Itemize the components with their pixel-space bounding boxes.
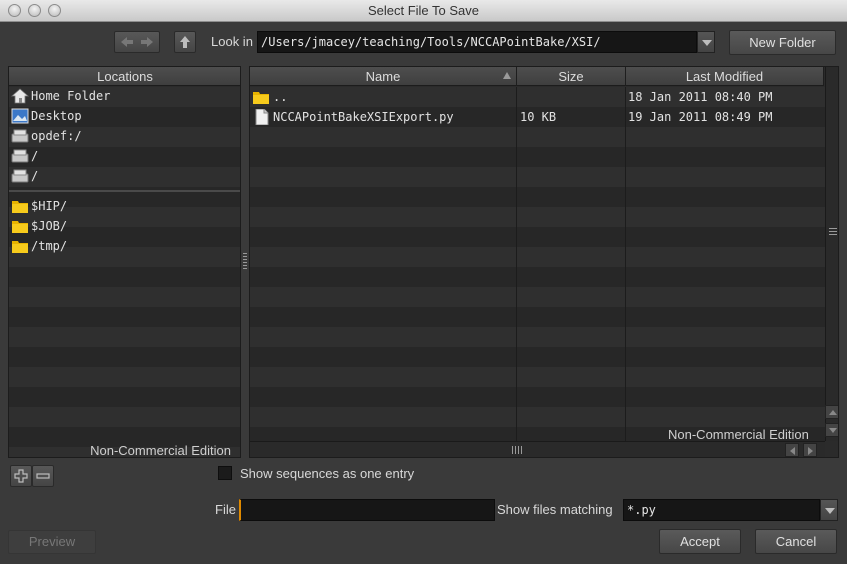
column-separator bbox=[516, 87, 517, 441]
location-label: / bbox=[31, 149, 39, 163]
file-name-input[interactable] bbox=[239, 499, 495, 521]
folder-icon bbox=[11, 198, 29, 214]
path-dropdown-button[interactable] bbox=[697, 31, 715, 53]
location-label: $HIP/ bbox=[31, 199, 68, 213]
plus-icon bbox=[14, 469, 28, 487]
preview-button[interactable]: Preview bbox=[8, 530, 96, 554]
folder-icon bbox=[11, 218, 29, 234]
column-header-modified[interactable]: Last Modified bbox=[626, 67, 824, 86]
column-separator bbox=[625, 87, 626, 441]
location-item[interactable]: / bbox=[9, 166, 240, 186]
folder-icon bbox=[11, 238, 29, 254]
file-icon bbox=[253, 108, 271, 126]
forward-arrow-icon[interactable] bbox=[139, 35, 155, 53]
look-in-label: Look in bbox=[211, 34, 253, 49]
vertical-scrollbar[interactable] bbox=[825, 67, 838, 441]
vertical-scroll-grip-icon bbox=[829, 227, 837, 235]
filter-label: Show files matching bbox=[497, 502, 613, 517]
file-row[interactable]: .. 18 Jan 2011 08:40 PM bbox=[250, 87, 825, 107]
splitter-grip-icon bbox=[243, 251, 247, 269]
files-panel: Name Size Last Modified .. 18 Jan 2011 0… bbox=[249, 66, 839, 458]
file-name: NCCAPointBakeXSIExport.py bbox=[273, 110, 454, 124]
parent-folder-button[interactable] bbox=[174, 31, 196, 53]
close-window-button[interactable] bbox=[8, 4, 21, 17]
location-item[interactable]: Home Folder bbox=[9, 86, 240, 106]
file-row[interactable]: NCCAPointBakeXSIExport.py 10 KB 19 Jan 2… bbox=[250, 107, 825, 127]
path-field[interactable]: /Users/jmacey/teaching/Tools/NCCAPointBa… bbox=[257, 31, 697, 53]
locations-divider bbox=[9, 190, 240, 192]
location-var-item[interactable]: $JOB/ bbox=[9, 216, 240, 236]
location-label: Home Folder bbox=[31, 89, 111, 103]
locations-header: Locations bbox=[9, 67, 240, 86]
cancel-button[interactable]: Cancel bbox=[755, 529, 837, 554]
location-label: opdef:/ bbox=[31, 129, 82, 143]
file-size: 10 KB bbox=[520, 110, 557, 124]
location-item[interactable]: / bbox=[9, 146, 240, 166]
folder-icon bbox=[252, 89, 270, 105]
files-watermark: Non-Commercial Edition bbox=[668, 427, 809, 442]
accept-button[interactable]: Accept bbox=[659, 529, 741, 554]
back-forward-group bbox=[114, 31, 160, 53]
column-header-name[interactable]: Name bbox=[250, 67, 517, 86]
filter-field[interactable]: *.py bbox=[623, 499, 820, 521]
minimize-window-button[interactable] bbox=[28, 4, 41, 17]
scroll-left-arrow-icon[interactable] bbox=[785, 443, 799, 457]
remove-location-button[interactable] bbox=[32, 465, 54, 487]
drive-icon bbox=[11, 128, 29, 144]
location-label: Desktop bbox=[31, 109, 82, 123]
window-title: Select File To Save bbox=[367, 3, 480, 18]
home-icon bbox=[10, 88, 30, 104]
file-modified: 19 Jan 2011 08:49 PM bbox=[628, 110, 773, 124]
location-item[interactable]: Desktop bbox=[9, 106, 240, 126]
drive-icon bbox=[11, 168, 29, 184]
file-name: .. bbox=[273, 90, 288, 104]
title-bar: Select File To Save bbox=[0, 0, 847, 22]
drive-icon bbox=[11, 148, 29, 164]
back-arrow-icon[interactable] bbox=[119, 35, 135, 53]
location-label: / bbox=[31, 169, 39, 183]
location-label: /tmp/ bbox=[31, 239, 68, 253]
desktop-icon bbox=[11, 108, 29, 124]
locations-panel: Locations Home Folder Desktop opdef:/ / … bbox=[8, 66, 241, 458]
horizontal-scroll-grip-icon bbox=[512, 446, 522, 454]
file-label: File bbox=[215, 502, 236, 517]
column-header-size[interactable]: Size bbox=[517, 67, 626, 86]
zoom-window-button[interactable] bbox=[48, 4, 61, 17]
files-list-bg bbox=[250, 87, 825, 441]
filter-dropdown-button[interactable] bbox=[820, 499, 838, 521]
sequences-checkbox[interactable] bbox=[218, 466, 232, 480]
location-var-item[interactable]: $HIP/ bbox=[9, 196, 240, 216]
scroll-up-arrow-icon[interactable] bbox=[825, 405, 838, 419]
location-label: $JOB/ bbox=[31, 219, 68, 233]
scroll-right-arrow-icon[interactable] bbox=[803, 443, 817, 457]
up-arrow-icon bbox=[178, 34, 192, 54]
new-folder-button[interactable]: New Folder bbox=[729, 30, 836, 55]
sequences-label: Show sequences as one entry bbox=[240, 466, 415, 481]
locations-watermark: Non-Commercial Edition bbox=[90, 443, 231, 458]
add-location-button[interactable] bbox=[10, 465, 32, 487]
minus-icon bbox=[36, 469, 50, 487]
file-modified: 18 Jan 2011 08:40 PM bbox=[628, 90, 773, 104]
location-var-item[interactable]: /tmp/ bbox=[9, 236, 240, 256]
panel-splitter[interactable] bbox=[241, 66, 249, 458]
scroll-down-arrow-icon[interactable] bbox=[825, 423, 838, 437]
sort-ascending-icon bbox=[503, 72, 511, 79]
horizontal-scrollbar[interactable] bbox=[250, 441, 825, 457]
column-name-label: Name bbox=[365, 69, 401, 84]
location-item[interactable]: opdef:/ bbox=[9, 126, 240, 146]
